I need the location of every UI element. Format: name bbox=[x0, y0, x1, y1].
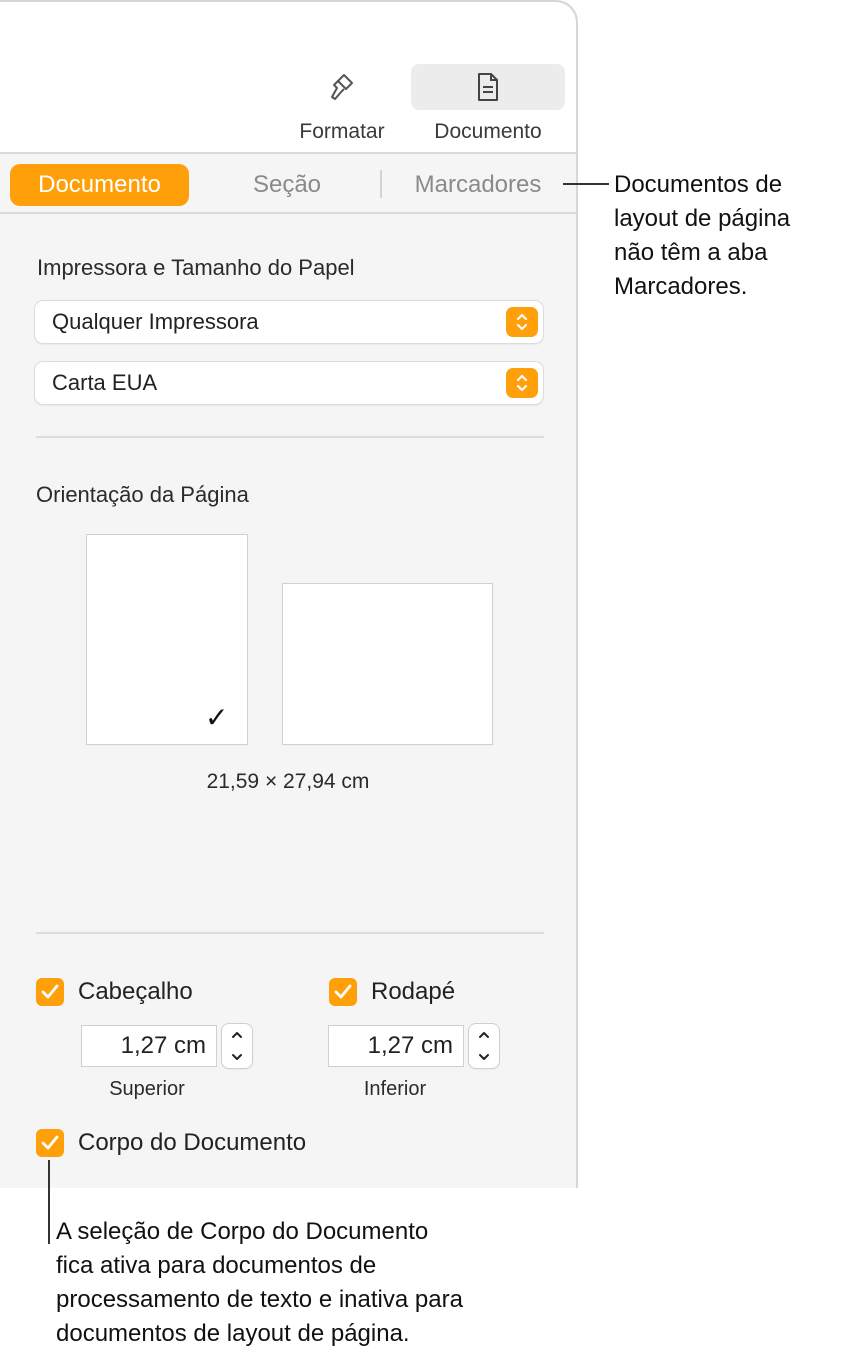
header-margin-field[interactable]: 1,27 cm bbox=[82, 1026, 216, 1066]
callout-leader-line bbox=[48, 1160, 50, 1244]
callout-line-text: Marcadores. bbox=[614, 273, 748, 300]
callout-line-text: processamento de texto e inativa para bbox=[56, 1286, 463, 1313]
callout-line-text: A seleção de Corpo do Documento bbox=[56, 1218, 429, 1245]
tab-separator bbox=[380, 170, 382, 198]
document-button[interactable] bbox=[411, 64, 565, 110]
document-button-label: Documento bbox=[434, 120, 542, 143]
divider bbox=[36, 932, 544, 934]
body-checkbox[interactable] bbox=[36, 1129, 64, 1157]
callout-body-note: A seleção de Corpo do Documento fica ati… bbox=[56, 1215, 463, 1351]
body-checkbox-label: Corpo do Documento bbox=[78, 1129, 307, 1156]
chevron-up-icon[interactable] bbox=[222, 1024, 252, 1046]
format-button[interactable] bbox=[264, 64, 418, 110]
landscape-orientation-option[interactable] bbox=[283, 584, 492, 744]
divider bbox=[36, 436, 544, 438]
paintbrush-icon bbox=[331, 74, 353, 100]
callout-line-text: Documentos de bbox=[614, 171, 783, 198]
header-margin-caption: Superior bbox=[109, 1078, 185, 1100]
callout-line-text: layout de página bbox=[614, 205, 791, 232]
checkmark-icon bbox=[41, 984, 59, 999]
paper-size-popup[interactable]: Carta EUA bbox=[35, 362, 543, 404]
tab-secao[interactable]: Seção bbox=[230, 164, 344, 206]
checkmark-icon bbox=[334, 984, 352, 999]
footer-margin-field[interactable]: 1,27 cm bbox=[329, 1026, 463, 1066]
inspector-tab-bar: Documento Seção Marcadores bbox=[0, 154, 576, 214]
callout-leader-line bbox=[563, 183, 609, 185]
checkmark-icon bbox=[41, 1135, 59, 1150]
header-margin-stepper[interactable] bbox=[222, 1024, 252, 1068]
callout-line-text: não têm a aba bbox=[614, 239, 768, 266]
header-checkbox-label: Cabeçalho bbox=[78, 978, 193, 1005]
footer-margin-stepper[interactable] bbox=[469, 1024, 499, 1068]
callout-line-text: fica ativa para documentos de bbox=[56, 1252, 377, 1279]
paper-size-popup-value: Carta EUA bbox=[52, 370, 158, 395]
chevron-up-icon[interactable] bbox=[469, 1024, 499, 1046]
inspector-toolbar: Formatar Documento bbox=[0, 2, 576, 154]
callout-line-text: documentos de layout de página. bbox=[56, 1320, 410, 1347]
page-dimensions: 21,59 × 27,94 cm bbox=[206, 770, 370, 793]
printer-section-title: Impressora e Tamanho do Papel bbox=[37, 255, 355, 280]
document-icon bbox=[478, 73, 498, 101]
callout-tab-note: Documentos de layout de página não têm a… bbox=[614, 168, 790, 304]
document-inspector-panel: Formatar Documento Documento Seção Marca… bbox=[0, 0, 578, 1188]
tab-marcadores[interactable]: Marcadores bbox=[396, 164, 560, 206]
header-checkbox[interactable] bbox=[36, 978, 64, 1006]
orientation-section-title: Orientação da Página bbox=[36, 482, 249, 507]
chevron-down-icon[interactable] bbox=[469, 1046, 499, 1068]
chevron-updown-icon bbox=[506, 368, 538, 398]
printer-popup[interactable]: Qualquer Impressora bbox=[35, 301, 543, 343]
footer-checkbox-label: Rodapé bbox=[371, 978, 456, 1005]
tab-documento[interactable]: Documento bbox=[10, 164, 189, 206]
format-button-label: Formatar bbox=[299, 120, 385, 143]
chevron-down-icon[interactable] bbox=[222, 1046, 252, 1068]
footer-margin-caption: Inferior bbox=[363, 1078, 427, 1100]
footer-checkbox[interactable] bbox=[329, 978, 357, 1006]
checkmark-icon: ✓ bbox=[205, 702, 229, 733]
portrait-orientation-option[interactable]: ✓ bbox=[87, 535, 247, 744]
chevron-updown-icon bbox=[506, 307, 538, 337]
printer-popup-value: Qualquer Impressora bbox=[52, 309, 259, 334]
